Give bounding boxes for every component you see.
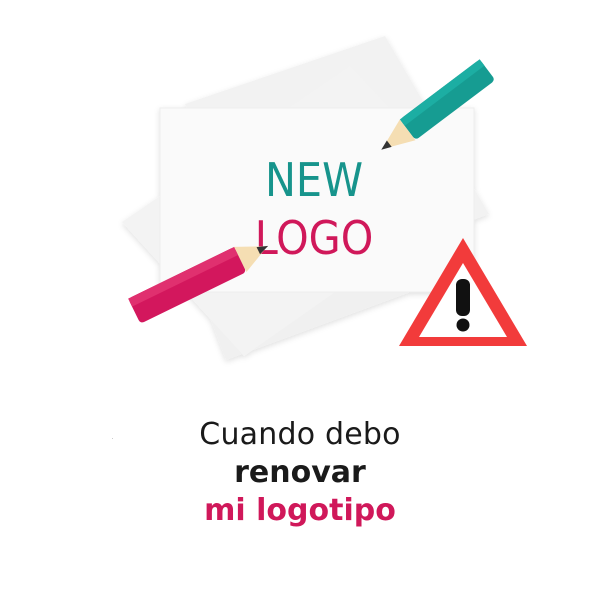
card-title-new: NEW	[265, 153, 363, 207]
caption-line-3: mi logotipo	[204, 493, 396, 528]
caption-line-1: Cuando debo	[199, 417, 401, 452]
illustration: NEW LOGO	[122, 36, 527, 360]
caption-line-2: renovar	[234, 455, 366, 490]
caption: Cuando debo renovar mi logotipo	[0, 416, 600, 530]
card-title-logo: LOGO	[255, 211, 374, 265]
